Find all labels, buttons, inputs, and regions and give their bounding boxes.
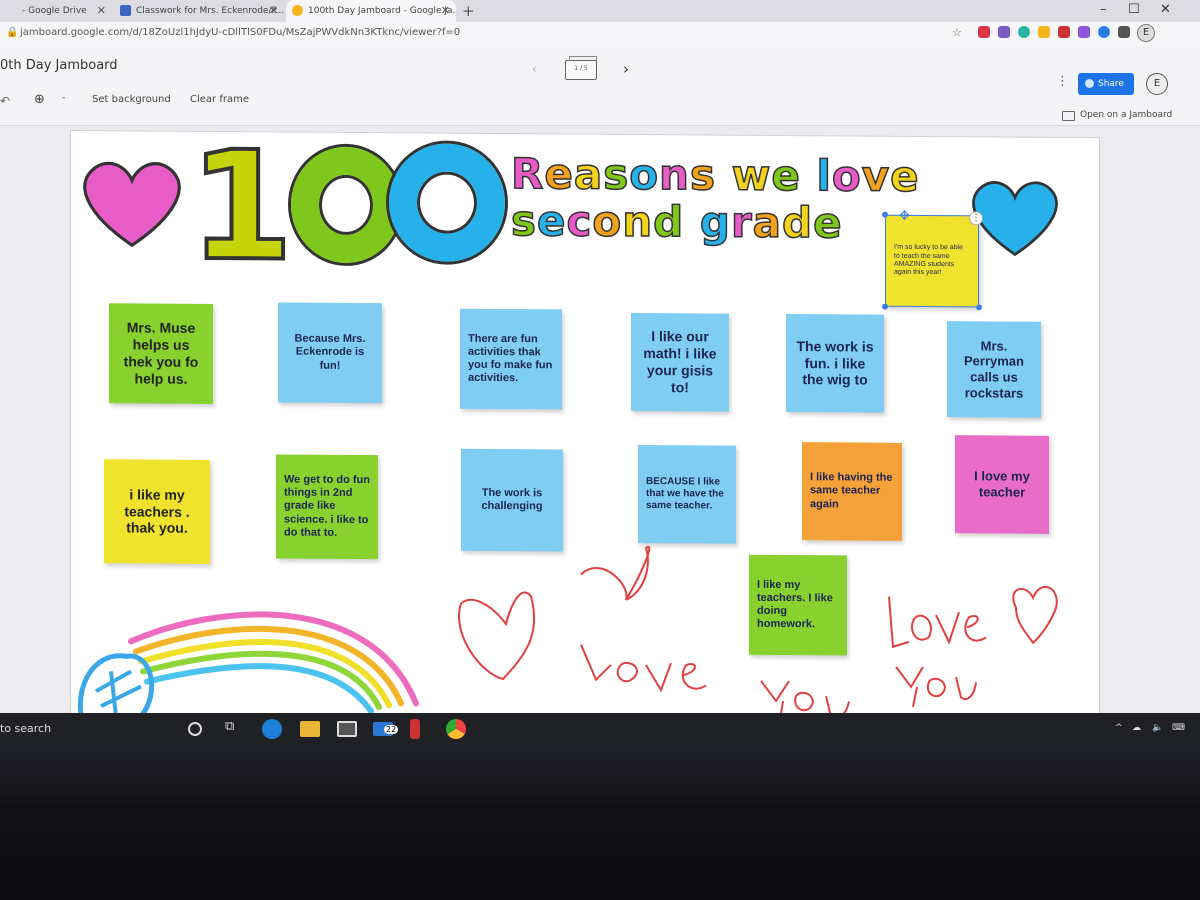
frame-counter: 1 / 5: [574, 65, 588, 72]
taskbar-search[interactable]: to search: [0, 722, 51, 735]
edge-icon[interactable]: [262, 719, 282, 739]
love-handwriting: [888, 596, 987, 649]
tab-label: - Google Drive: [22, 6, 87, 16]
jamboard-icon: [292, 5, 303, 16]
task-view-icon[interactable]: ⧉: [225, 719, 245, 739]
profile-avatar[interactable]: E: [1137, 24, 1155, 42]
monitor-bezel: [0, 745, 1200, 900]
document-title[interactable]: 0th Day Jamboard: [0, 58, 118, 73]
lock-icon: 🔒: [6, 27, 19, 38]
tab-label: Classwork for Mrs. Eckenrode/P...: [136, 6, 284, 16]
extension-icon[interactable]: [998, 26, 1010, 38]
cortana-icon[interactable]: [188, 722, 202, 736]
mail-badge: 22: [384, 725, 399, 734]
heart-drawing: [1012, 586, 1058, 645]
bookmark-star-icon[interactable]: ☆: [952, 26, 964, 39]
tab-label: 100th Day Jamboard - Google Ja...: [308, 6, 456, 16]
tray-chevron-icon[interactable]: ^: [1115, 723, 1123, 733]
jamboard-header: 0th Day Jamboard ‹ 1 / 5 › ⋮ Share E ↶ ⊕…: [0, 46, 1200, 126]
minimize-icon[interactable]: –: [1100, 2, 1107, 17]
close-window-icon[interactable]: ✕: [1160, 2, 1171, 17]
app-icon[interactable]: [410, 719, 420, 739]
set-background-button[interactable]: Set background: [92, 94, 171, 105]
extension-icon[interactable]: [1098, 26, 1110, 38]
network-icon[interactable]: ☁: [1132, 723, 1141, 733]
you-handwriting: [895, 666, 977, 708]
browser-tab-strip: - Google Drive ✕ Classwork for Mrs. Ecke…: [0, 0, 1200, 22]
extensions-puzzle-icon[interactable]: [1118, 26, 1130, 38]
cloud-scribble: [95, 669, 142, 717]
extension-icon[interactable]: [1038, 26, 1050, 38]
monitor-screen: - Google Drive ✕ Classwork for Mrs. Ecke…: [0, 0, 1200, 745]
tab-jamboard[interactable]: 100th Day Jamboard - Google Ja... ✕: [286, 0, 456, 22]
frame-bar-button[interactable]: 1 / 5: [565, 56, 597, 80]
undo-icon[interactable]: ↶: [0, 94, 10, 108]
rainbow-blue-stroke: [144, 663, 374, 715]
extension-icon[interactable]: [978, 26, 990, 38]
more-options-icon[interactable]: ⋮: [1056, 74, 1069, 89]
close-icon[interactable]: ✕: [269, 0, 278, 22]
tab-classwork[interactable]: Classwork for Mrs. Eckenrode/P... ✕: [114, 0, 284, 22]
extension-icon[interactable]: [1078, 26, 1090, 38]
love-handwriting: [580, 644, 707, 693]
tab-google-drive[interactable]: - Google Drive ✕: [0, 0, 112, 22]
classroom-icon: [120, 5, 131, 16]
share-button[interactable]: Share: [1078, 73, 1134, 95]
clear-frame-button[interactable]: Clear frame: [190, 94, 249, 105]
language-icon[interactable]: ⌨: [1172, 723, 1185, 733]
heart-drawing: [458, 591, 536, 681]
extension-icon[interactable]: [1058, 26, 1070, 38]
open-on-jamboard-link[interactable]: Open on a Jamboard: [1062, 110, 1172, 121]
previous-frame-icon[interactable]: ‹: [532, 62, 537, 76]
close-icon[interactable]: ✕: [441, 0, 450, 22]
file-explorer-icon[interactable]: [300, 721, 320, 737]
store-icon[interactable]: [337, 721, 357, 737]
chrome-icon[interactable]: [446, 719, 466, 739]
heart-drawing: [580, 545, 651, 601]
new-tab-icon[interactable]: +: [462, 0, 475, 22]
jamboard-frame[interactable]: 1 Reasons we love second grade Mrs. Muse…: [70, 118, 1100, 738]
maximize-icon[interactable]: ☐: [1128, 2, 1140, 17]
zoom-icon[interactable]: ⊕: [34, 92, 45, 107]
next-frame-icon[interactable]: ›: [623, 60, 629, 78]
windows-taskbar: to search ⧉ 22 ^ ☁ 🔈 ⌨: [0, 713, 1200, 745]
extension-icon[interactable]: [1018, 26, 1030, 38]
volume-icon[interactable]: 🔈: [1152, 723, 1163, 733]
account-avatar[interactable]: E: [1146, 73, 1168, 95]
freehand-drawings: [77, 545, 1058, 727]
zoom-dropdown[interactable]: -: [62, 93, 65, 103]
url-text[interactable]: jamboard.google.com/d/18ZoUzl1hJdyU-cDlI…: [20, 27, 460, 38]
close-icon[interactable]: ✕: [97, 0, 106, 22]
